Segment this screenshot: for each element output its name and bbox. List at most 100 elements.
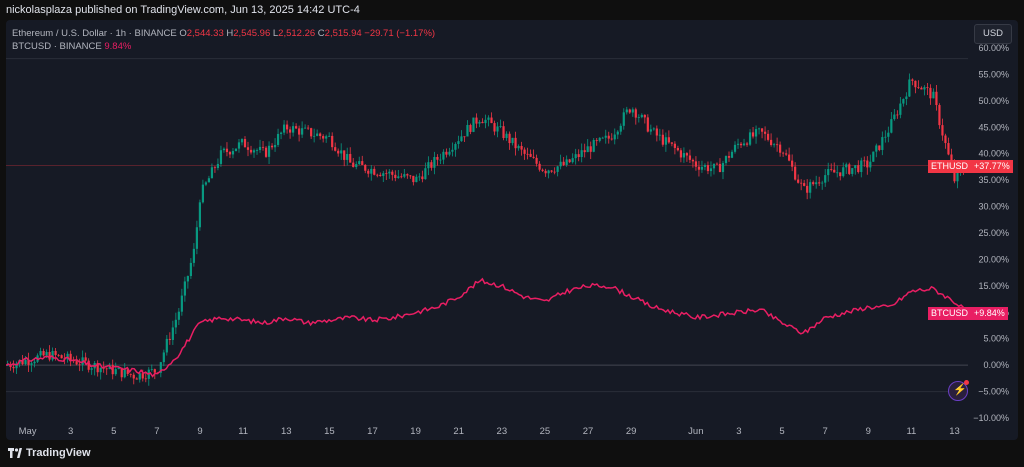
eth-candle <box>415 176 418 183</box>
tradingview-logo-icon <box>8 448 22 458</box>
eth-candle <box>216 163 220 169</box>
eth-candle <box>30 363 33 365</box>
eth-candle <box>346 153 349 160</box>
eth-candle <box>463 136 466 138</box>
eth-candle <box>189 262 192 277</box>
eth-candle <box>878 145 881 150</box>
eth-candle <box>806 185 809 193</box>
eth-candle <box>622 112 625 126</box>
eth-candle <box>177 311 180 320</box>
eth-candle <box>499 126 502 127</box>
eth-candle <box>45 352 48 356</box>
eth-candle <box>391 171 394 175</box>
eth-candle <box>920 87 923 90</box>
eth-candle <box>788 154 791 161</box>
eth-candle <box>84 357 87 361</box>
x-tick-label: 3 <box>736 426 741 437</box>
eth-candle <box>902 99 905 104</box>
eth-candle <box>911 79 914 81</box>
eth-candle <box>454 143 457 150</box>
eth-candle <box>709 168 713 172</box>
eth-candle <box>760 128 764 132</box>
y-tick-label: 50.00% <box>978 96 1009 106</box>
eth-candle <box>766 133 770 140</box>
eth-candle <box>715 163 719 165</box>
eth-candle <box>785 153 788 155</box>
eth-candle <box>794 166 797 180</box>
eth-candle <box>493 123 496 132</box>
eth-candle <box>833 169 836 173</box>
eth-candle <box>379 174 382 176</box>
eth-candle <box>231 151 235 155</box>
eth-candle <box>358 161 361 165</box>
eth-candle <box>523 149 526 154</box>
eth-candle <box>905 96 908 100</box>
eth-candle <box>252 150 256 153</box>
eth-candle <box>337 150 340 154</box>
price-chart[interactable]: 60.00%55.00%50.00%45.00%40.00%35.00%30.0… <box>6 20 1018 440</box>
lightning-icon[interactable]: ⚡ <box>948 380 969 401</box>
eth-candle <box>553 171 556 173</box>
eth-candle <box>703 165 707 167</box>
eth-candle <box>385 173 388 175</box>
eth-candle <box>502 126 505 139</box>
currency-button[interactable]: USD <box>974 24 1012 44</box>
eth-candle <box>475 117 478 124</box>
eth-candle <box>433 156 436 168</box>
eth-candle <box>204 182 208 185</box>
eth-candle <box>884 136 887 138</box>
low-value: 2,512.26 <box>278 28 316 39</box>
eth-symbol-label[interactable]: Ethereum / U.S. Dollar · 1h · BINANCE <box>12 28 177 39</box>
eth-candle <box>643 114 646 118</box>
notification-dot-icon <box>964 380 969 385</box>
eth-candle <box>652 128 655 130</box>
eth-candle <box>757 128 761 130</box>
x-tick-label: 13 <box>281 426 292 437</box>
eth-candle <box>797 179 800 183</box>
eth-candle <box>75 361 78 365</box>
x-tick-label: 7 <box>823 426 828 437</box>
eth-candle <box>664 137 667 145</box>
eth-candle <box>842 167 845 177</box>
eth-candle <box>827 169 830 176</box>
eth-candle <box>295 126 298 129</box>
eth-candle <box>316 133 319 136</box>
eth-candle <box>388 171 391 174</box>
eth-candle <box>733 144 737 152</box>
x-tick-label: 9 <box>197 426 202 437</box>
eth-candle <box>881 137 884 150</box>
eth-candle <box>442 151 445 160</box>
eth-candle <box>180 295 183 312</box>
eth-candle <box>769 139 773 145</box>
eth-candle <box>264 147 268 157</box>
y-tick-label: 45.00% <box>978 122 1009 132</box>
eth-candle <box>198 202 202 228</box>
eth-candle <box>812 182 815 185</box>
eth-candle <box>469 124 472 132</box>
eth-candle <box>712 163 716 169</box>
eth-candle <box>219 150 223 164</box>
eth-candle <box>183 281 186 296</box>
eth-candle <box>57 354 60 356</box>
eth-candle <box>568 159 571 163</box>
eth-candle <box>90 368 93 370</box>
eth-candle <box>355 164 358 168</box>
btc-symbol-label[interactable]: BTCUSD · BINANCE <box>12 41 102 52</box>
eth-candle <box>222 148 226 151</box>
eth-candle <box>736 143 740 145</box>
chart-panel[interactable]: 60.00% 55.00% 50.00% 45.00% 40.00% 35.00% 30.0… <box>6 20 1018 440</box>
eth-candle <box>430 162 433 168</box>
eth-candle <box>580 150 583 158</box>
y-tick-label: 25.00% <box>978 228 1009 238</box>
eth-candle <box>276 133 280 145</box>
x-tick-label: 21 <box>453 426 464 437</box>
x-tick-label: Jun <box>688 426 703 437</box>
eth-candle <box>376 174 379 176</box>
eth-candle <box>481 121 484 124</box>
eth-candle <box>941 125 944 136</box>
close-value: 2,515.94 <box>324 28 362 39</box>
eth-candle <box>613 134 616 140</box>
chart-legend: Ethereum / U.S. Dollar · 1h · BINANCE O2… <box>12 27 435 53</box>
eth-candle <box>947 143 950 155</box>
eth-candle <box>532 156 535 158</box>
